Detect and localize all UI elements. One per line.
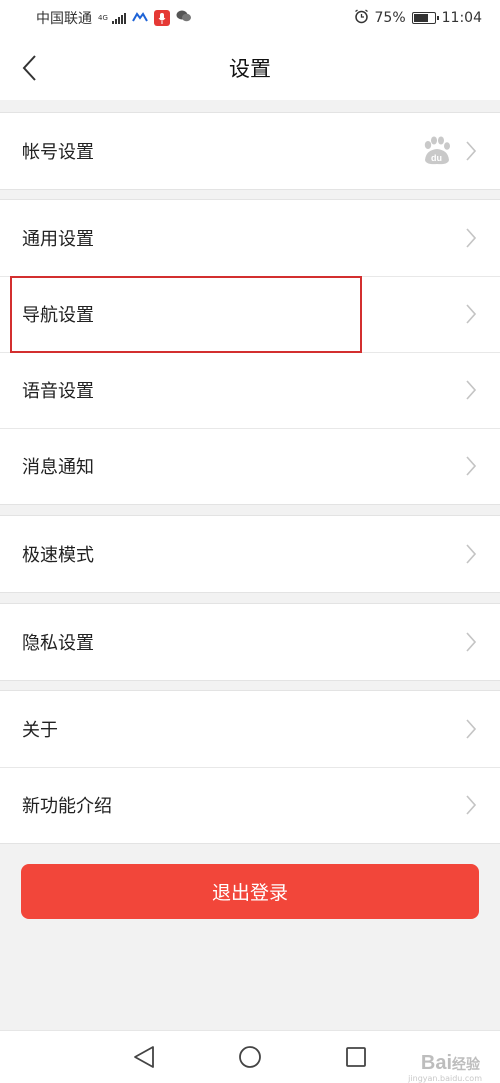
settings-item-speed-mode[interactable]: 极速模式 (0, 516, 500, 592)
chevron-right-icon (464, 227, 478, 249)
chevron-left-icon (22, 55, 36, 81)
triangle-back-icon (134, 1046, 154, 1068)
chevron-right-icon (464, 303, 478, 325)
settings-group-about: 关于 新功能介绍 (0, 690, 500, 844)
settings-item-label: 语音设置 (22, 381, 94, 402)
settings-item-label: 消息通知 (22, 457, 94, 478)
battery-level (413, 14, 428, 22)
mic-notification-icon (153, 10, 170, 26)
logout-button[interactable]: 退出登录 (21, 864, 479, 919)
settings-group-general: 通用设置 导航设置 语音设置 消息通知 (0, 199, 500, 505)
battery-icon (411, 12, 439, 24)
settings-item-notifications[interactable]: 消息通知 (0, 428, 500, 504)
status-right: 75% 11:04 (354, 8, 482, 28)
battery-percent: 75% (374, 10, 406, 26)
watermark-brand-cn: 经验 (452, 1056, 480, 1072)
settings-item-label: 隐私设置 (22, 633, 94, 654)
circle-home-icon (239, 1046, 261, 1068)
chevron-right-icon (464, 718, 478, 740)
nav-bar: 设置 (0, 36, 500, 100)
settings-item-new-features[interactable]: 新功能介绍 (0, 767, 500, 843)
system-home-button[interactable] (236, 1043, 264, 1071)
settings-group-privacy: 隐私设置 (0, 603, 500, 681)
back-button[interactable] (10, 46, 50, 90)
baidu-paw-icon: du (420, 136, 452, 166)
page-title: 设置 (229, 57, 271, 81)
status-bar: 中国联通 4G 75% 11:04 (0, 0, 500, 36)
settings-group-account: 帐号设置 du (0, 112, 500, 190)
settings-item-label: 关于 (22, 720, 58, 741)
system-back-button[interactable] (130, 1043, 158, 1071)
chevron-right-icon (464, 794, 478, 816)
settings-item-label: 导航设置 (22, 305, 94, 326)
settings-group-speed: 极速模式 (0, 515, 500, 593)
settings-item-account[interactable]: 帐号设置 du (0, 113, 500, 189)
settings-item-label: 帐号设置 (22, 142, 94, 163)
svg-text:du: du (431, 153, 442, 163)
settings-item-navigation[interactable]: 导航设置 (0, 276, 500, 352)
settings-item-voice[interactable]: 语音设置 (0, 352, 500, 428)
clock: 11:04 (441, 10, 482, 26)
settings-item-about[interactable]: 关于 (0, 691, 500, 767)
chevron-right-icon (464, 379, 478, 401)
chevron-right-icon (464, 543, 478, 565)
settings-item-privacy[interactable]: 隐私设置 (0, 604, 500, 680)
signal-icon (111, 12, 126, 24)
system-recents-button[interactable] (342, 1043, 370, 1071)
wechat-notification-icon (176, 9, 192, 27)
alarm-icon (354, 8, 369, 28)
status-left: 中国联通 4G (36, 8, 354, 28)
watermark-logo: Bai经验 (421, 1052, 480, 1075)
settings-item-label: 新功能介绍 (22, 796, 112, 817)
watermark-brand: Bai (420, 1052, 452, 1074)
watermark-url: jingyan.baidu.com (408, 1074, 482, 1083)
chevron-right-icon (464, 140, 478, 162)
settings-item-general[interactable]: 通用设置 (0, 200, 500, 276)
square-recents-icon (346, 1047, 366, 1067)
system-nav-bar: Bai经验 jingyan.baidu.com (0, 1030, 500, 1083)
carrier-label: 中国联通 (36, 11, 92, 27)
settings-item-label: 极速模式 (22, 545, 94, 566)
chevron-right-icon (464, 631, 478, 653)
network-type: 4G (98, 13, 108, 22)
settings-item-label: 通用设置 (22, 229, 94, 250)
chevron-right-icon (464, 455, 478, 477)
maps-notification-icon (132, 10, 148, 26)
